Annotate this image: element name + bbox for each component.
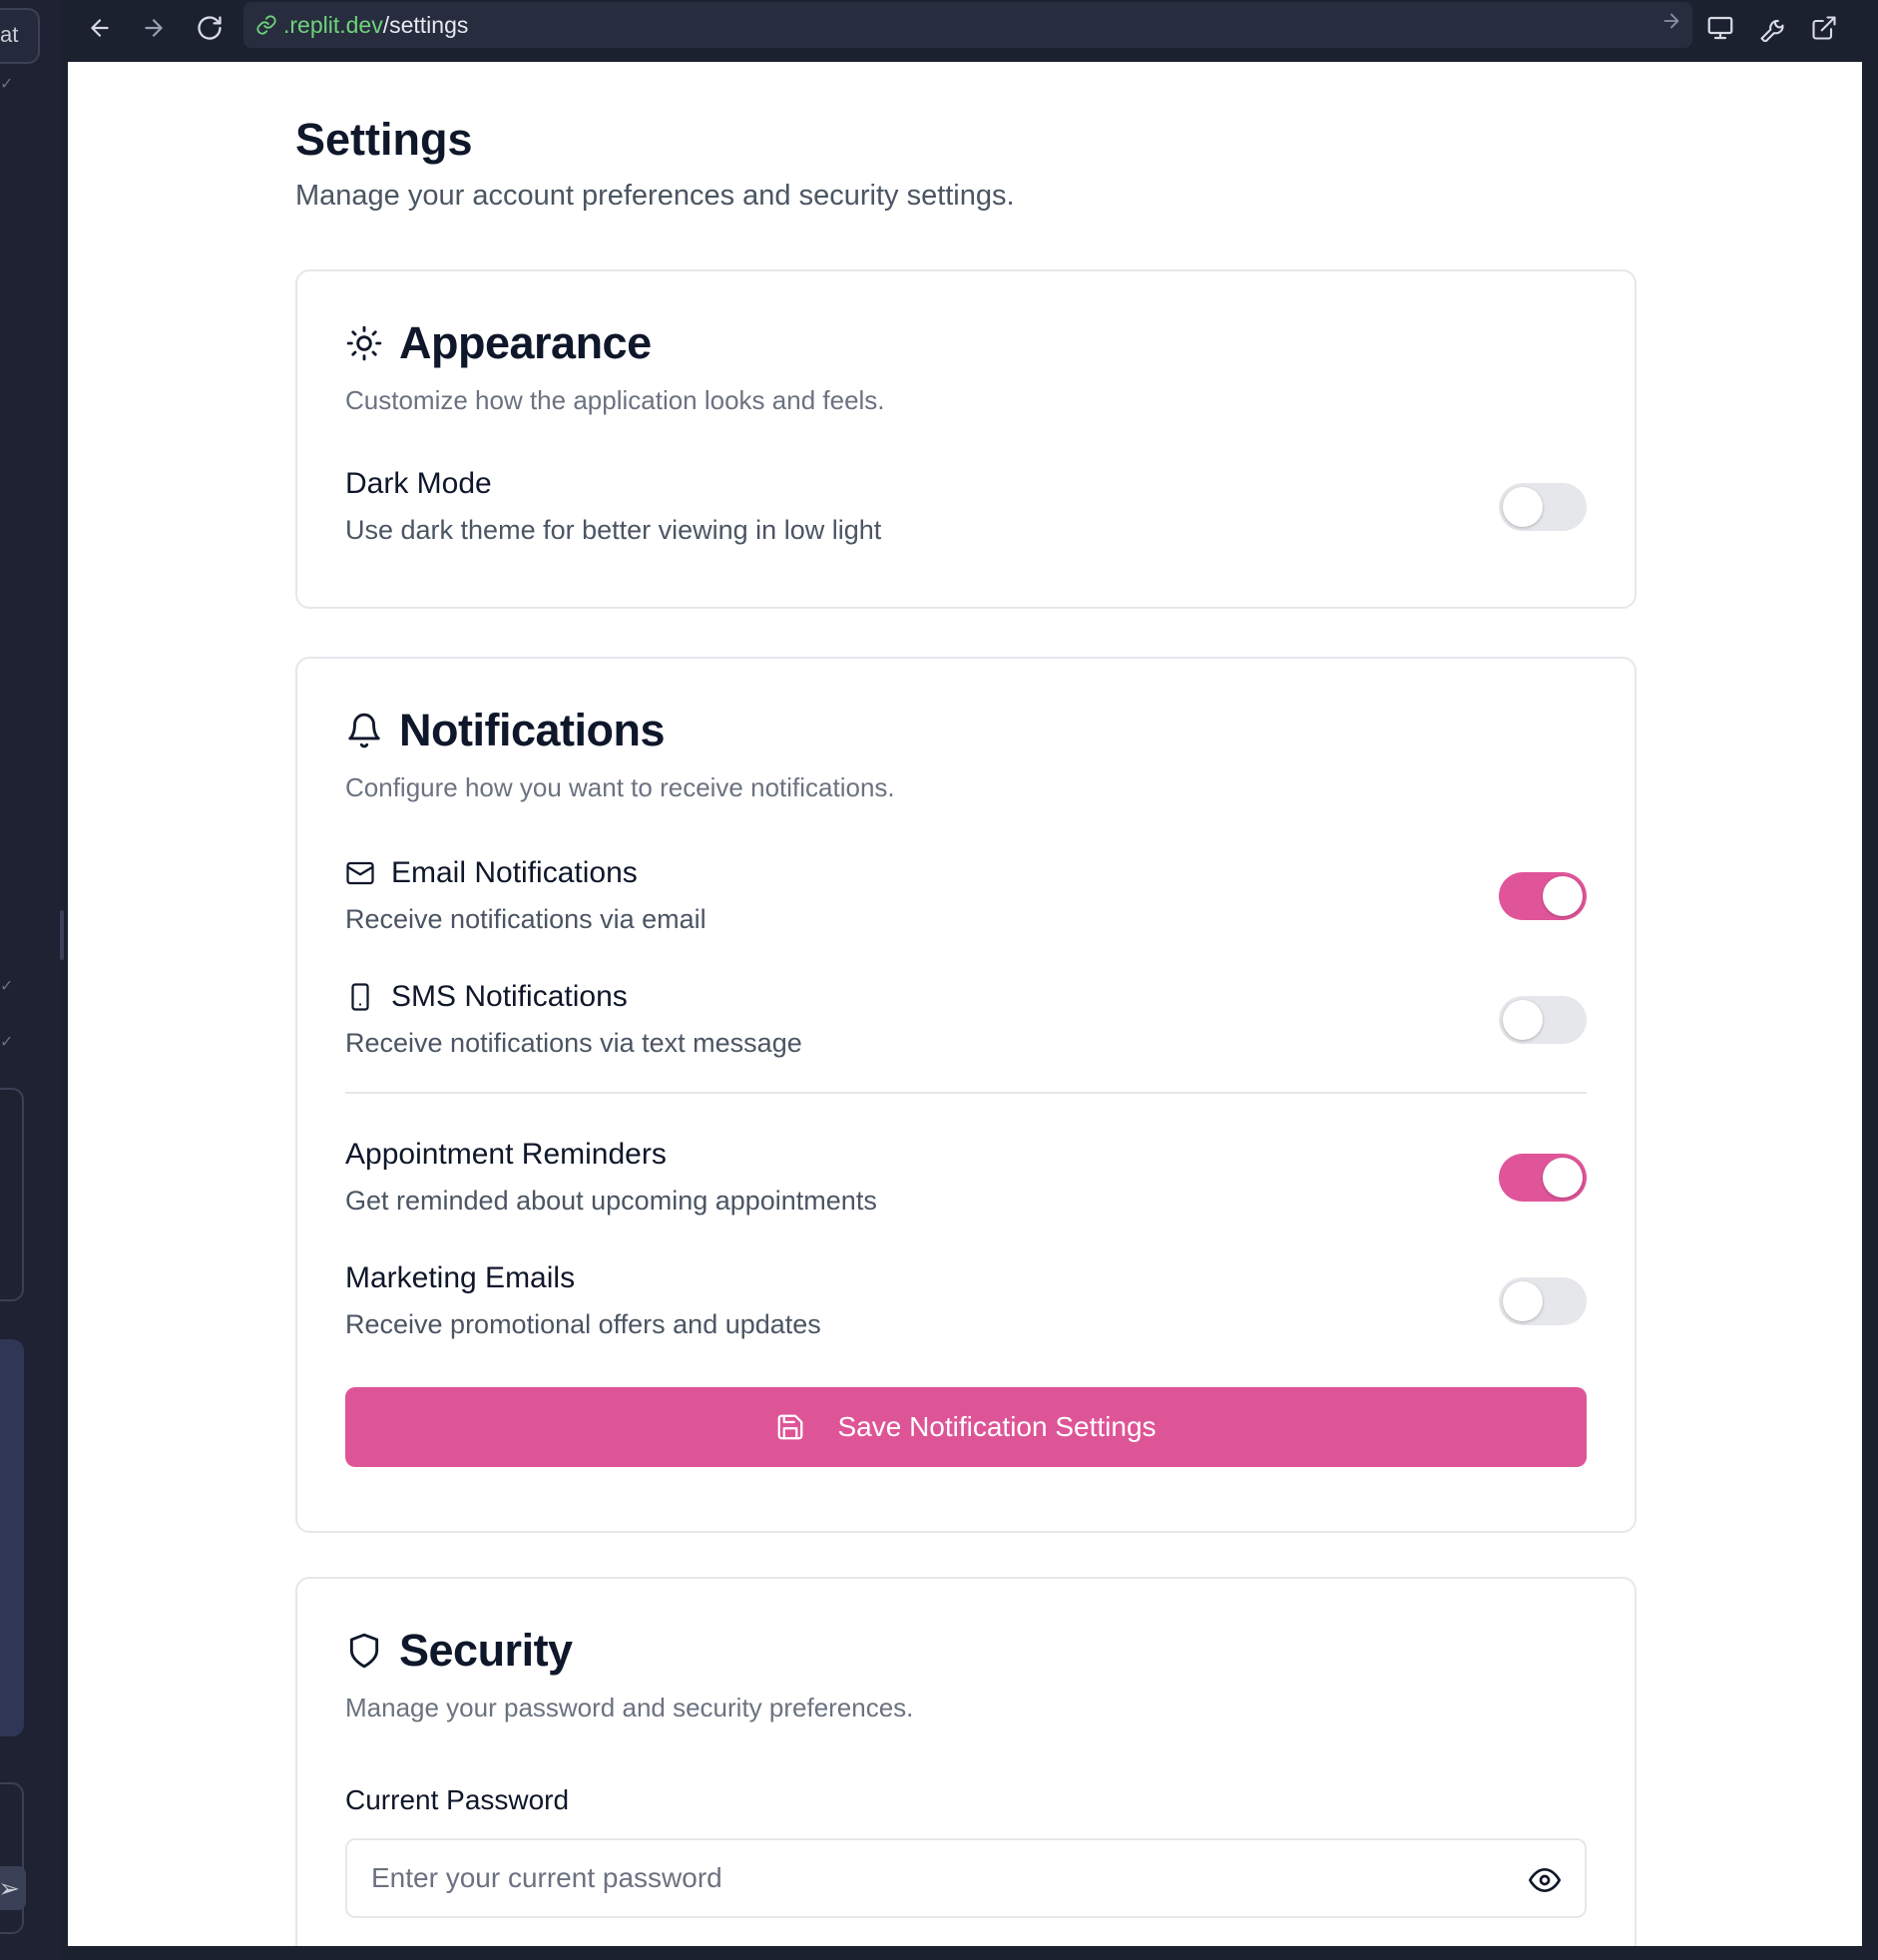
appointment-reminders-label: Appointment Reminders [345, 1138, 667, 1171]
eye-icon[interactable] [1529, 1864, 1561, 1896]
sms-notifications-setting: SMS Notifications Receive notifications … [345, 980, 1587, 1080]
appearance-description: Customize how the application looks and … [345, 385, 885, 415]
smartphone-icon [351, 983, 369, 1011]
panel-resize-handle[interactable] [60, 910, 64, 960]
current-password-input[interactable] [371, 1862, 1489, 1894]
notifications-description: Configure how you want to receive notifi… [345, 772, 895, 802]
page-viewport: Settings Manage your account preferences… [68, 62, 1862, 1946]
marketing-emails-setting: Marketing Emails Receive promotional off… [345, 1261, 1587, 1361]
sun-icon [346, 325, 382, 361]
chat-tab-label: at [0, 22, 19, 47]
mail-icon [346, 861, 374, 885]
dark-mode-label: Dark Mode [345, 467, 492, 500]
page-subtitle: Manage your account preferences and secu… [295, 180, 1015, 212]
notifications-title: Notifications [399, 705, 666, 755]
url-host: .replit.dev [283, 11, 383, 38]
send-icon[interactable]: ➢ [0, 1866, 26, 1910]
email-notifications-label: Email Notifications [345, 856, 638, 890]
url-path: /settings [382, 11, 469, 38]
wrench-icon[interactable] [1754, 10, 1790, 46]
notifications-header: Notifications [345, 705, 666, 756]
forward-arrow-icon[interactable] [136, 10, 172, 46]
email-notifications-toggle[interactable] [1499, 872, 1587, 920]
dark-mode-description: Use dark theme for better viewing in low… [345, 515, 882, 545]
current-password-field [345, 1838, 1587, 1918]
screen: at ✓ ✓ ✓ ➢ .replit.dev /settings Setting… [0, 0, 1878, 1960]
url-bar[interactable]: .replit.dev /settings [243, 2, 1692, 48]
left-panel: at ✓ ✓ ✓ ➢ [0, 0, 60, 1960]
check-icon: ✓ [0, 76, 14, 93]
dark-mode-setting: Dark Mode Use dark theme for better view… [345, 467, 1587, 567]
save-icon [778, 1414, 803, 1440]
security-description: Manage your password and security prefer… [345, 1693, 914, 1722]
appearance-title: Appearance [399, 317, 652, 368]
appearance-header: Appearance [345, 317, 652, 369]
security-card: Security Manage your password and securi… [295, 1577, 1637, 1946]
email-notifications-description: Receive notifications via email [345, 904, 706, 934]
save-button-label: Save Notification Settings [837, 1411, 1157, 1442]
dark-mode-toggle[interactable] [1499, 483, 1587, 531]
sms-notifications-toggle[interactable] [1499, 996, 1587, 1044]
marketing-emails-toggle[interactable] [1499, 1277, 1587, 1325]
appearance-card: Appearance Customize how the application… [295, 269, 1637, 609]
security-header: Security [345, 1625, 573, 1677]
save-notification-settings-button[interactable]: Save Notification Settings [345, 1387, 1587, 1467]
sms-notifications-description: Receive notifications via text message [345, 1028, 802, 1058]
security-title: Security [399, 1625, 573, 1676]
monitor-icon[interactable] [1702, 10, 1738, 46]
appointment-reminders-description: Get reminded about upcoming appointments [345, 1186, 877, 1216]
browser-toolbar: .replit.dev /settings [68, 0, 1862, 62]
notifications-card: Notifications Configure how you want to … [295, 657, 1637, 1533]
appointment-reminders-setting: Appointment Reminders Get reminded about… [345, 1138, 1587, 1237]
check-icon: ✓ [0, 1034, 14, 1051]
chat-message-card-active [0, 1339, 24, 1736]
link-icon [256, 15, 276, 35]
marketing-emails-description: Receive promotional offers and updates [345, 1309, 821, 1339]
current-password-label: Current Password [345, 1784, 570, 1815]
page-title: Settings [295, 114, 473, 165]
reload-icon[interactable] [192, 10, 228, 46]
bell-icon [348, 713, 380, 748]
check-icon: ✓ [0, 978, 14, 995]
sms-notifications-label: SMS Notifications [345, 980, 628, 1014]
email-notifications-setting: Email Notifications Receive notification… [345, 856, 1587, 956]
marketing-emails-label: Marketing Emails [345, 1261, 576, 1294]
chat-input-box[interactable] [0, 1782, 24, 1934]
go-arrow-icon[interactable] [1660, 10, 1682, 37]
appointment-reminders-toggle[interactable] [1499, 1154, 1587, 1202]
shield-icon [349, 1633, 379, 1669]
section-divider [345, 1092, 1587, 1094]
back-arrow-icon[interactable] [82, 10, 118, 46]
external-link-icon[interactable] [1806, 10, 1842, 46]
chat-message-card [0, 1088, 24, 1301]
